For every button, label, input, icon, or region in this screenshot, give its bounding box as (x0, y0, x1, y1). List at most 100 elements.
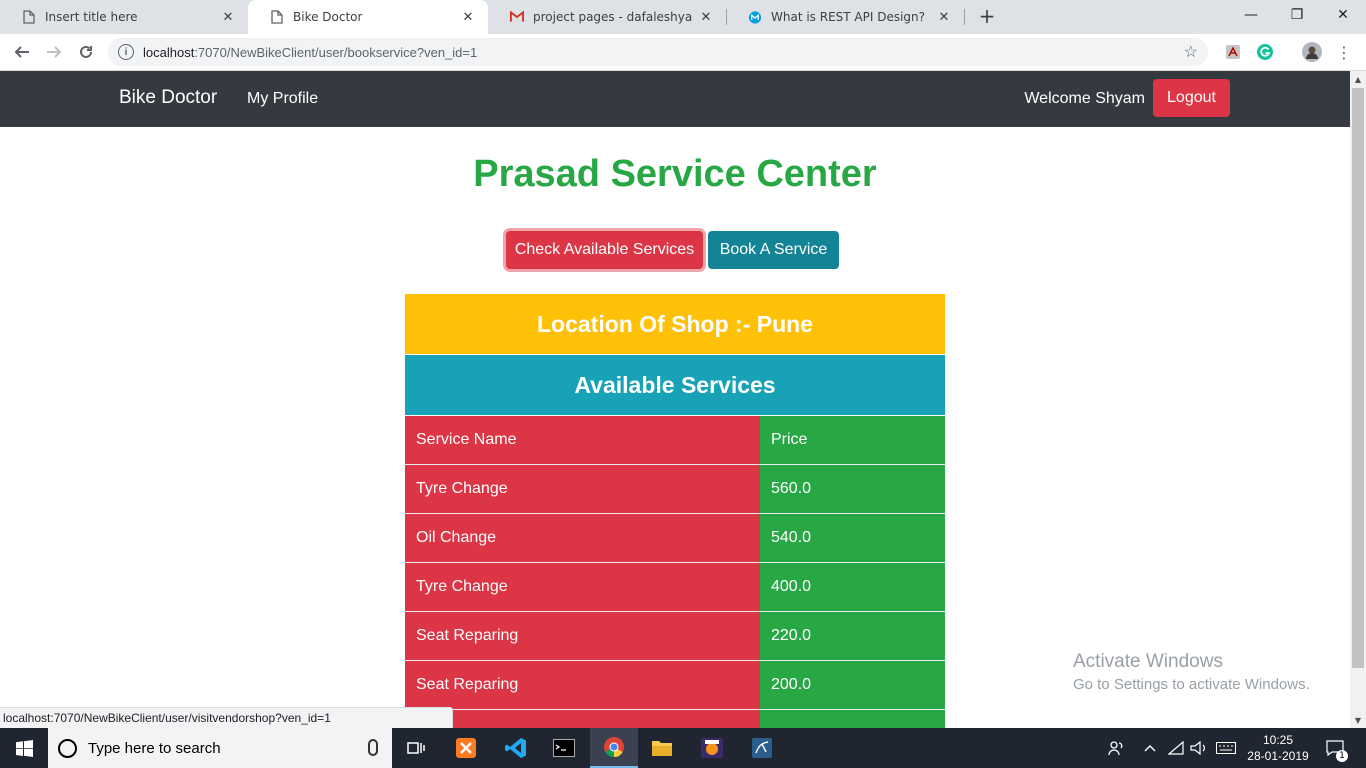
book-service-button[interactable]: Book A Service (708, 231, 839, 269)
browser-tab-4[interactable]: What is REST API Design? | Mule ✕ (726, 0, 964, 34)
service-price-cell: 400.0 (760, 563, 945, 611)
link-status-bar: localhost:7070/NewBikeClient/user/visitv… (0, 707, 453, 728)
table-header-row: Service Name Price (405, 416, 945, 465)
restore-button[interactable]: ❐ (1274, 0, 1320, 30)
gmail-icon (510, 10, 524, 24)
search-placeholder: Type here to search (88, 739, 221, 757)
tab-title: Bike Doctor (293, 10, 363, 24)
windows-start-icon[interactable] (0, 728, 48, 768)
command-prompt-icon[interactable] (540, 728, 588, 768)
notification-badge: 1 (1336, 750, 1348, 762)
logout-button[interactable]: Logout (1153, 79, 1230, 117)
file-explorer-icon[interactable] (638, 728, 686, 768)
service-price-cell (760, 710, 945, 728)
clock-time: 10:25 (1262, 733, 1294, 747)
close-icon[interactable]: ✕ (698, 9, 714, 25)
minimize-button[interactable]: — (1228, 0, 1274, 30)
system-clock[interactable]: 10:25 28-01-2019 (1240, 732, 1316, 764)
page-title: Prasad Service Center (473, 153, 877, 195)
window-close-button[interactable]: ✕ (1320, 0, 1366, 30)
service-price-cell: 560.0 (760, 465, 945, 513)
clock-date: 28-01-2019 (1247, 749, 1309, 763)
services-table: Service Name Price Tyre Change 560.0 Oil… (405, 416, 945, 728)
activate-windows-watermark: Activate Windows Go to Settings to activ… (1073, 651, 1310, 693)
page-icon (270, 10, 284, 24)
browser-tab-1[interactable]: Insert title here ✕ (0, 0, 248, 34)
volume-icon[interactable] (1188, 728, 1210, 768)
table-row (405, 710, 945, 728)
column-header-service-name: Service Name (405, 416, 760, 464)
service-name-cell: Oil Change (405, 514, 760, 562)
microphone-icon[interactable] (368, 739, 378, 756)
profile-avatar-icon[interactable] (1302, 42, 1322, 62)
page-icon (22, 10, 36, 24)
back-arrow-icon[interactable] (10, 40, 34, 64)
browser-tab-2[interactable]: Bike Doctor ✕ (248, 0, 488, 34)
tab-separator (964, 9, 965, 25)
page-scrollbar[interactable]: ▲ ▼ (1350, 71, 1366, 728)
service-name-cell: Tyre Change (405, 465, 760, 513)
chrome-icon[interactable] (590, 728, 638, 768)
wifi-icon[interactable] (1166, 728, 1186, 768)
watermark-subtitle: Go to Settings to activate Windows. (1073, 676, 1310, 693)
windows-taskbar: Type here to search 10:25 28-01-2019 1 (0, 728, 1366, 768)
url-path: :7070/NewBikeClient/user/bookservice?ven… (194, 44, 478, 60)
mysql-workbench-icon[interactable] (738, 728, 786, 768)
chevron-up-icon[interactable] (1140, 728, 1160, 768)
service-name-cell (405, 710, 760, 728)
brand-link[interactable]: Bike Doctor (119, 87, 217, 109)
close-icon[interactable]: ✕ (936, 9, 952, 25)
check-services-button[interactable]: Check Available Services (506, 231, 703, 269)
service-price-cell: 200.0 (760, 661, 945, 709)
scroll-up-arrow-icon[interactable]: ▲ (1350, 71, 1366, 87)
mulesoft-icon (748, 10, 762, 24)
new-tab-button[interactable]: + (976, 4, 998, 28)
scroll-down-arrow-icon[interactable]: ▼ (1350, 712, 1366, 728)
browser-tab-strip: Insert title here ✕ Bike Doctor ✕ projec… (0, 0, 1366, 34)
watermark-title: Activate Windows (1073, 651, 1223, 672)
my-profile-link[interactable]: My Profile (247, 90, 318, 108)
browser-tab-3[interactable]: project pages - dafaleshyam@gn ✕ (488, 0, 726, 34)
tab-title: Insert title here (45, 10, 138, 24)
task-view-icon[interactable] (392, 728, 440, 768)
address-bar[interactable]: i localhost:7070/NewBikeClient/user/book… (108, 38, 1208, 66)
scrollbar-thumb[interactable] (1352, 88, 1364, 668)
table-row: Tyre Change 560.0 (405, 465, 945, 514)
xampp-icon[interactable] (442, 728, 490, 768)
forward-arrow-icon[interactable] (42, 40, 66, 64)
table-row: Seat Reparing 220.0 (405, 612, 945, 661)
vscode-icon[interactable] (492, 728, 540, 768)
page-content: Prasad Service Center Check Available Se… (0, 127, 1350, 728)
reload-icon[interactable] (74, 40, 98, 64)
table-row: Oil Change 540.0 (405, 514, 945, 563)
services-heading: Available Services (405, 355, 945, 415)
cortana-icon (58, 738, 77, 758)
close-icon[interactable]: ✕ (460, 9, 476, 25)
notification-center-icon[interactable]: 1 (1320, 728, 1350, 768)
tab-title: What is REST API Design? | Mule (771, 10, 930, 24)
url-host: localhost (143, 44, 195, 60)
pdf-extension-icon[interactable] (1223, 42, 1243, 62)
keyboard-icon[interactable] (1214, 728, 1238, 768)
bookmark-star-icon[interactable]: ☆ (1184, 42, 1198, 62)
tab-title: project pages - dafaleshyam@gn (533, 10, 692, 24)
taskbar-search-box[interactable]: Type here to search (48, 728, 392, 768)
close-icon[interactable]: ✕ (220, 9, 236, 25)
column-header-price: Price (760, 416, 945, 464)
info-icon[interactable]: i (118, 44, 134, 60)
service-name-cell: Tyre Change (405, 563, 760, 611)
java-ee-ide-icon[interactable] (688, 728, 736, 768)
menu-dots-icon[interactable]: ⋮ (1334, 42, 1354, 62)
table-row: Tyre Change 400.0 (405, 563, 945, 612)
welcome-text: Welcome Shyam (1024, 90, 1145, 107)
service-name-cell: Seat Reparing (405, 612, 760, 660)
people-icon[interactable] (1104, 728, 1128, 768)
grammarly-icon[interactable] (1255, 42, 1275, 62)
service-price-cell: 540.0 (760, 514, 945, 562)
shop-location-banner: Location Of Shop :- Pune (405, 294, 945, 354)
service-price-cell: 220.0 (760, 612, 945, 660)
site-navbar: Bike Doctor My Profile Welcome Shyam Log… (0, 71, 1350, 127)
table-row: Seat Reparing 200.0 (405, 661, 945, 710)
service-name-cell: Seat Reparing (405, 661, 760, 709)
browser-toolbar: i localhost:7070/NewBikeClient/user/book… (0, 34, 1366, 71)
